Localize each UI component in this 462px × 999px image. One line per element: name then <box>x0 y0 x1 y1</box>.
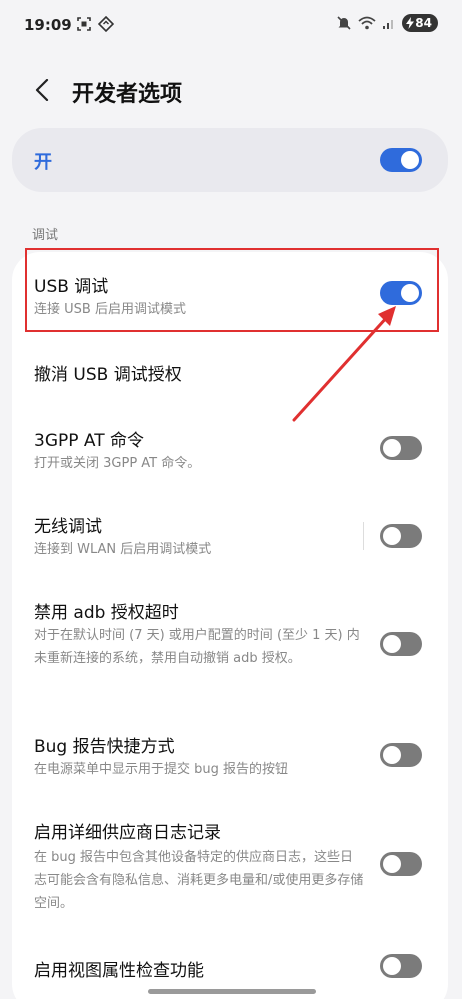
setting-title: 无线调试 <box>34 517 102 537</box>
setting-subtitle: 对于在默认时间 (7 天) 或用户配置的时间 (至少 1 天) 内未重新连接的系… <box>34 628 360 666</box>
setting-title: USB 调试 <box>34 277 109 297</box>
toggle-knob <box>383 439 401 457</box>
developer-options-master-switch[interactable]: 开 <box>12 128 448 192</box>
setting-title: 启用视图属性检查功能 <box>34 961 204 981</box>
setting-wireless-debugging[interactable]: 无线调试 连接到 WLAN 后启用调试模式 <box>12 494 448 580</box>
bug-report-shortcut-toggle[interactable] <box>380 743 422 767</box>
header: 开发者选项 <box>0 70 462 110</box>
master-toggle[interactable] <box>380 148 422 172</box>
setting-title: 禁用 adb 授权超时 <box>34 603 179 623</box>
nfc-icon <box>98 16 114 32</box>
setting-view-attribute-inspection[interactable]: 启用视图属性检查功能 <box>12 942 448 992</box>
section-title-debugging: 调试 <box>32 228 59 243</box>
3gpp-at-commands-toggle[interactable] <box>380 436 422 460</box>
toggle-knob <box>383 957 401 975</box>
setting-title: Bug 报告快捷方式 <box>34 737 175 757</box>
toggle-knob <box>383 635 401 653</box>
toggle-knob <box>383 746 401 764</box>
charging-bolt-icon <box>406 17 415 29</box>
battery-indicator: 84 <box>402 14 438 32</box>
setting-bug-report-shortcut[interactable]: Bug 报告快捷方式 在电源菜单中显示用于提交 bug 报告的按钮 <box>12 706 448 792</box>
verbose-vendor-logging-toggle[interactable] <box>380 852 422 876</box>
toggle-knob <box>401 151 419 169</box>
status-system-icons: 84 <box>336 14 438 32</box>
screenshot-icon <box>77 17 91 31</box>
setting-verbose-vendor-logging[interactable]: 启用详细供应商日志记录 在 bug 报告中包含其他设备特定的供应商日志，这些日志… <box>12 812 448 936</box>
debugging-settings-list: USB 调试 连接 USB 后启用调试模式 撤消 USB 调试授权 3GPP A… <box>12 252 448 999</box>
wireless-debugging-toggle[interactable] <box>380 524 422 548</box>
disable-adb-auth-timeout-toggle[interactable] <box>380 632 422 656</box>
setting-subtitle: 连接到 WLAN 后启用调试模式 <box>34 542 212 557</box>
status-bar: 19:09 84 <box>0 0 462 50</box>
wifi-icon <box>358 16 376 30</box>
back-arrow-icon <box>35 79 49 101</box>
usb-debugging-toggle[interactable] <box>380 281 422 305</box>
signal-icon <box>383 20 394 29</box>
status-time: 19:09 <box>24 16 72 34</box>
setting-subtitle: 在 bug 报告中包含其他设备特定的供应商日志，这些日志可能会含有隐私信息、消耗… <box>34 850 364 911</box>
setting-title: 撤消 USB 调试授权 <box>34 365 182 385</box>
setting-title: 启用详细供应商日志记录 <box>34 823 221 843</box>
setting-subtitle: 在电源菜单中显示用于提交 bug 报告的按钮 <box>34 762 289 777</box>
setting-usb-debugging[interactable]: USB 调试 连接 USB 后启用调试模式 <box>12 252 448 338</box>
setting-subtitle: 打开或关闭 3GPP AT 命令。 <box>34 456 201 471</box>
setting-subtitle: 连接 USB 后启用调试模式 <box>34 302 186 317</box>
row-divider <box>363 522 364 550</box>
setting-title: 3GPP AT 命令 <box>34 431 144 451</box>
setting-3gpp-at-commands[interactable]: 3GPP AT 命令 打开或关闭 3GPP AT 命令。 <box>12 408 448 494</box>
toggle-knob <box>383 855 401 873</box>
page-title: 开发者选项 <box>72 82 183 107</box>
setting-disable-adb-auth-timeout[interactable]: 禁用 adb 授权超时 对于在默认时间 (7 天) 或用户配置的时间 (至少 1… <box>12 580 448 706</box>
battery-level: 84 <box>415 16 432 30</box>
view-attribute-inspection-toggle[interactable] <box>380 954 422 978</box>
back-button[interactable] <box>26 74 58 106</box>
toggle-knob <box>401 284 419 302</box>
master-switch-label: 开 <box>34 152 52 173</box>
toggle-knob <box>383 527 401 545</box>
mute-icon <box>337 16 351 30</box>
status-notification-icons <box>76 16 114 32</box>
setting-revoke-usb-authorizations[interactable]: 撤消 USB 调试授权 <box>12 338 448 408</box>
home-indicator[interactable] <box>148 989 316 994</box>
